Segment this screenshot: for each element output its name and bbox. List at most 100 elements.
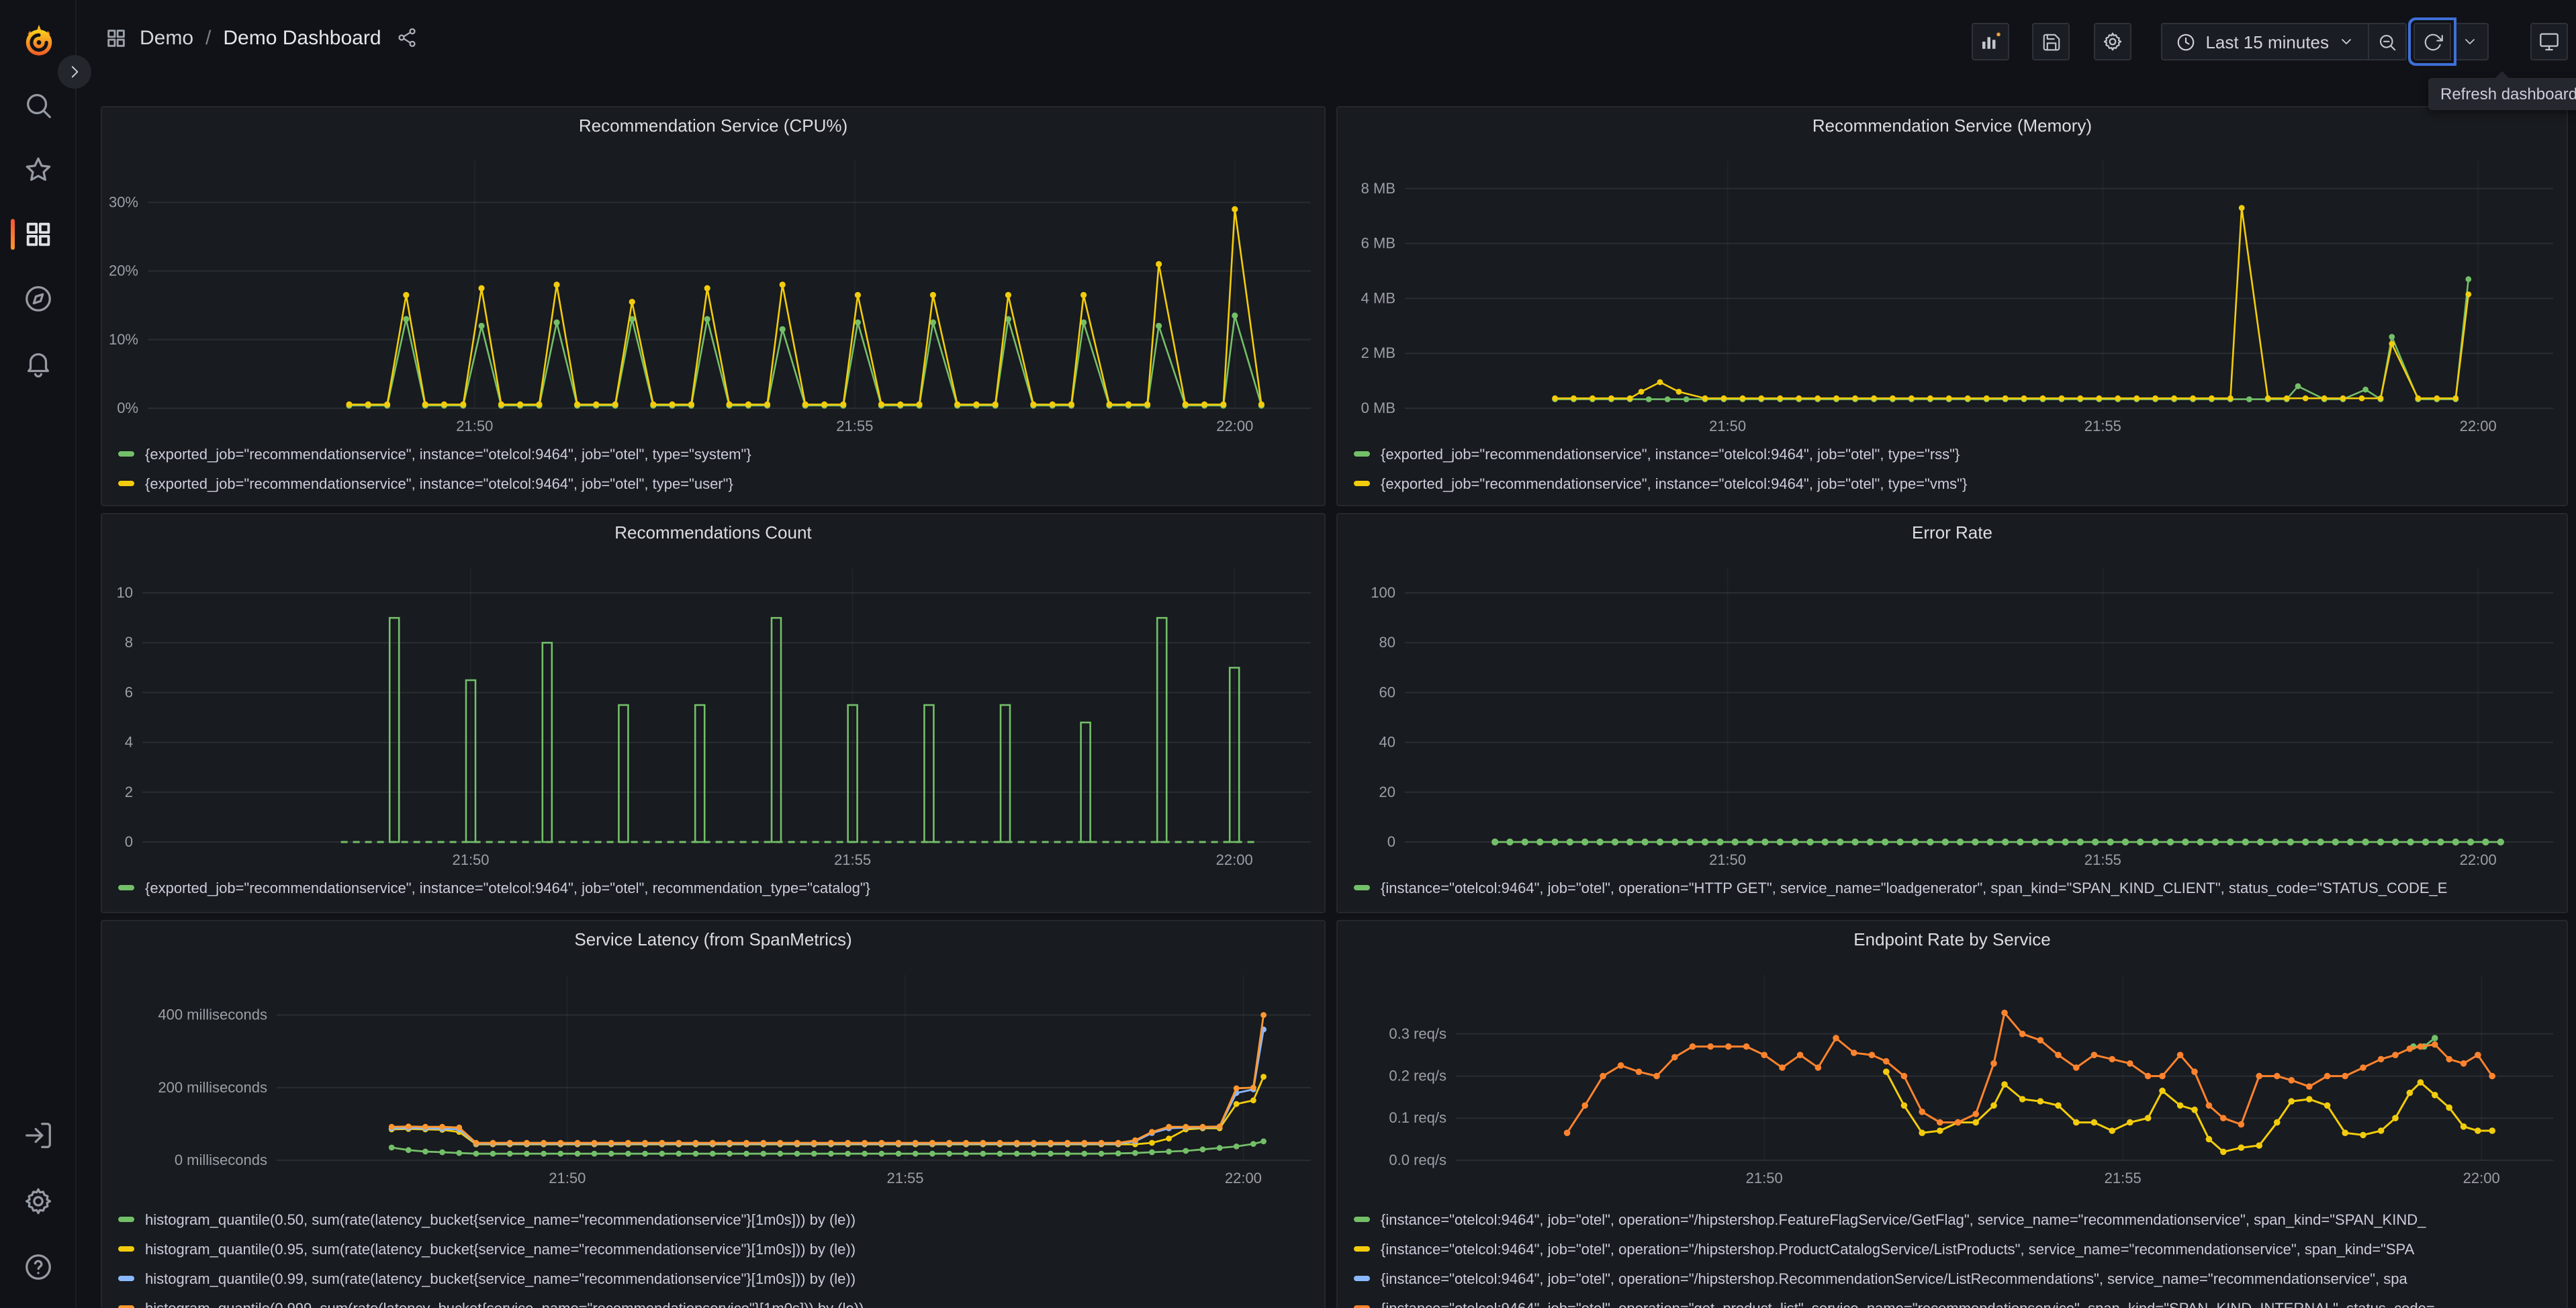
legend-item[interactable]: {instance="otelcol:9464", job="otel", op… (1354, 874, 2560, 904)
legend-item[interactable]: {exported_job="recommendationservice", i… (118, 470, 1318, 500)
panel-title: Error Rate (1912, 522, 1992, 542)
cpu-time-series-plot[interactable]: 21:50 21:55 22:00 0% 10% 20% 30% (102, 142, 1324, 443)
panel-title-menu[interactable]: Recommendation Service (CPU%) (102, 107, 1324, 142)
svg-text:21:50: 21:50 (1709, 418, 1746, 434)
legend-series-swatch (1354, 1276, 1370, 1281)
legend-series-swatch (1354, 1217, 1370, 1222)
sidebar-item-sign-in[interactable] (23, 1120, 54, 1151)
svg-text:21:50: 21:50 (456, 418, 493, 434)
expand-sidebar-button[interactable] (58, 55, 91, 89)
svg-text:2: 2 (125, 784, 133, 800)
active-section-indicator (11, 219, 15, 250)
panel-title-menu[interactable]: Endpoint Rate by Service (1338, 921, 2567, 956)
svg-text:8: 8 (125, 634, 133, 651)
sidebar-item-alerting[interactable] (23, 348, 54, 379)
legend-series-label: histogram_quantile(0.999, sum(rate(laten… (145, 1301, 864, 1308)
error-rate-plot[interactable]: 21:50 21:55 22:00 0 20 40 60 80 100 (1338, 549, 2567, 877)
panel-title-menu[interactable]: Error Rate (1338, 514, 2567, 549)
svg-text:21:55: 21:55 (834, 851, 871, 868)
breadcrumb: Demo / Demo Dashboard (105, 0, 418, 75)
svg-text:6: 6 (125, 684, 133, 700)
legend-item[interactable]: {exported_job="recommendationservice", i… (1354, 440, 2560, 470)
panel-title-menu[interactable]: Recommendation Service (Memory) (1338, 107, 2567, 142)
time-range-label: Last 15 minutes (2205, 32, 2329, 52)
svg-text:20%: 20% (109, 263, 138, 279)
panel-title-menu[interactable]: Recommendations Count (102, 514, 1324, 549)
add-panel-button[interactable] (1972, 23, 2010, 60)
dashboard-settings-button[interactable] (2094, 23, 2132, 60)
legend-series-swatch (118, 1246, 134, 1252)
svg-text:21:55: 21:55 (2105, 1170, 2142, 1186)
legend-item[interactable]: histogram_quantile(0.99, sum(rate(latenc… (118, 1265, 1318, 1295)
legend-item[interactable]: {exported_job="recommendationservice", i… (118, 440, 1318, 470)
sidebar-item-help[interactable] (23, 1252, 54, 1282)
breadcrumb-folder[interactable]: Demo (140, 26, 193, 49)
svg-text:22:00: 22:00 (2460, 851, 2497, 868)
legend-item[interactable]: histogram_quantile(0.999, sum(rate(laten… (118, 1295, 1318, 1308)
panel-legend: {exported_job="recommendationservice", i… (118, 874, 1318, 904)
legend-item[interactable]: {instance="otelcol:9464", job="otel", op… (1354, 1235, 2560, 1265)
legend-series-label: histogram_quantile(0.99, sum(rate(latenc… (145, 1272, 856, 1288)
svg-text:80: 80 (1379, 634, 1395, 651)
save-dashboard-button[interactable] (2032, 23, 2070, 60)
panel-title-menu[interactable]: Service Latency (from SpanMetrics) (102, 921, 1324, 956)
share-dashboard-button[interactable] (396, 27, 418, 48)
save-icon (2043, 33, 2060, 50)
breadcrumb-dashboard-title: Demo Dashboard (223, 26, 381, 49)
refresh-interval-dropdown[interactable] (2451, 23, 2489, 60)
search-icon (27, 94, 51, 118)
legend-series-swatch (118, 885, 134, 890)
svg-text:100: 100 (1371, 584, 1395, 601)
legend-item[interactable]: {instance="otelcol:9464", job="otel", op… (1354, 1295, 2560, 1308)
chevron-down-icon (2465, 39, 2474, 44)
top-bar: Demo / Demo Dashboard Last 15 minutes Re… (77, 0, 2576, 110)
legend-series-label: {exported_job="recommendationservice", i… (145, 881, 871, 897)
sidebar-item-search[interactable] (23, 90, 54, 121)
sidebar-item-starred[interactable] (23, 154, 54, 185)
panel-legend: {exported_job="recommendationservice", i… (118, 440, 1318, 500)
time-controls: Last 15 minutes (2161, 23, 2407, 60)
svg-text:21:50: 21:50 (549, 1170, 586, 1186)
panel-legend: histogram_quantile(0.50, sum(rate(latenc… (118, 1206, 1318, 1308)
svg-text:400 milliseconds: 400 milliseconds (158, 1007, 267, 1023)
memory-time-series-plot[interactable]: 21:50 21:55 22:00 0 MB 2 MB 4 MB 6 MB 8 MB (1338, 142, 2567, 443)
svg-text:0 MB: 0 MB (1361, 400, 1395, 416)
time-range-picker[interactable]: Last 15 minutes (2161, 23, 2369, 60)
svg-text:2 MB: 2 MB (1361, 344, 1395, 361)
legend-series-label: {exported_job="recommendationservice", i… (145, 477, 733, 493)
panel-legend: {exported_job="recommendationservice", i… (1354, 440, 2560, 500)
sidebar-item-dashboards[interactable] (23, 219, 54, 250)
svg-text:22:00: 22:00 (1216, 418, 1253, 434)
legend-series-label: {instance="otelcol:9464", job="otel", op… (1381, 1301, 2435, 1308)
panel-title: Recommendations Count (614, 522, 812, 542)
legend-item[interactable]: {instance="otelcol:9464", job="otel", op… (1354, 1265, 2560, 1295)
svg-text:0: 0 (125, 833, 133, 850)
legend-item[interactable]: {exported_job="recommendationservice", i… (118, 874, 1318, 904)
sidebar-item-explore[interactable] (23, 283, 54, 314)
legend-item[interactable]: {exported_job="recommendationservice", i… (1354, 470, 2560, 500)
latency-time-series-plot[interactable]: 21:50 21:55 22:00 0 milliseconds 200 millise… (102, 956, 1324, 1195)
legend-item[interactable]: histogram_quantile(0.95, sum(rate(latenc… (118, 1235, 1318, 1265)
panel-recommendations-count: Recommendations Count 21:50 21:55 22:00 0 2 4… (101, 513, 1326, 913)
refresh-dashboard-button[interactable] (2413, 23, 2451, 60)
legend-series-swatch (118, 1217, 134, 1222)
svg-text:10%: 10% (109, 331, 138, 348)
legend-item[interactable]: histogram_quantile(0.50, sum(rate(latenc… (118, 1206, 1318, 1235)
legend-series-label: histogram_quantile(0.95, sum(rate(latenc… (145, 1242, 856, 1258)
endpoint-rate-plot[interactable]: 21:50 21:55 22:00 0.0 req/s 0.1 req/s 0.2 req… (1338, 956, 2567, 1195)
svg-text:21:50: 21:50 (1709, 851, 1746, 868)
sidebar-item-configuration[interactable] (23, 1186, 54, 1217)
breadcrumb-separator: / (205, 26, 212, 49)
count-bar-plot[interactable]: 21:50 21:55 22:00 0 2 4 6 8 10 (102, 549, 1324, 877)
grafana-logo-icon[interactable] (19, 19, 59, 59)
legend-item[interactable]: {instance="otelcol:9464", job="otel", op… (1354, 1206, 2560, 1235)
svg-text:0 milliseconds: 0 milliseconds (175, 1152, 267, 1168)
legend-series-swatch (118, 451, 134, 457)
dashboard-toolbar: Last 15 minutes (1972, 23, 2568, 60)
svg-text:60: 60 (1379, 684, 1395, 700)
kiosk-mode-button[interactable] (2530, 23, 2568, 60)
zoom-out-time-button[interactable] (2369, 23, 2407, 60)
panel-error-rate: Error Rate 21:50 21:55 22:00 0 20 40 60 80 100 {… (1336, 513, 2568, 913)
dashboards-grid-icon (107, 29, 125, 46)
dashboards-grid-icon (26, 222, 50, 246)
